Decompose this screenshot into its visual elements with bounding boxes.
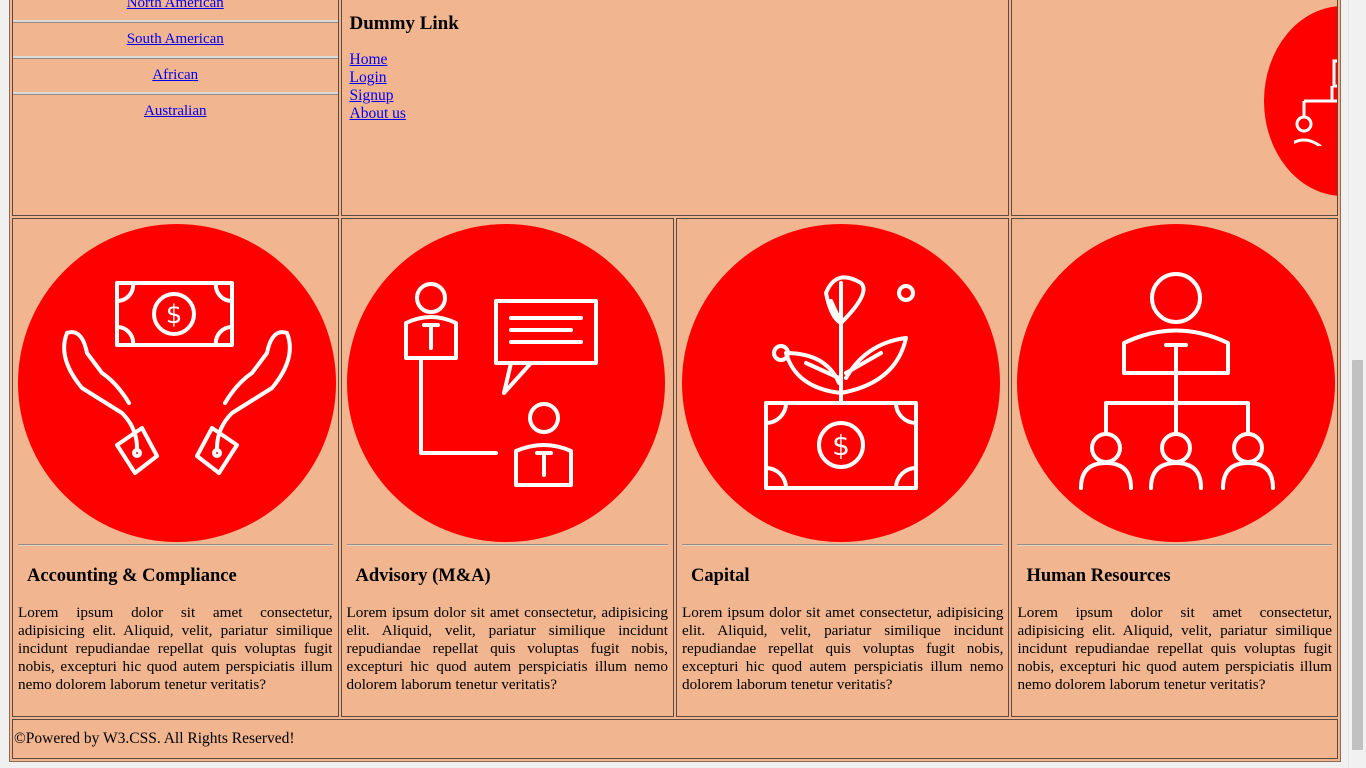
about-us-link[interactable]: About us: [350, 105, 1001, 123]
region-link[interactable]: African: [152, 67, 198, 83]
service-description: Lorem ipsum dolor sit amet consectetur, …: [681, 604, 1004, 693]
top-icon-cell: [1011, 0, 1338, 216]
org-chart-icon: [1264, 6, 1338, 196]
svg-text:$: $: [832, 429, 850, 462]
vertical-scrollbar[interactable]: [1348, 0, 1366, 768]
page: North American South American African Au…: [9, 0, 1341, 762]
home-link[interactable]: Home: [350, 51, 1001, 69]
org-chart-icon: [1017, 224, 1336, 542]
svg-text:$: $: [166, 300, 183, 330]
footer: ©Powered by W3.CSS. All Rights Reserved!: [12, 719, 1338, 759]
card-divider: [681, 544, 1004, 546]
dummy-link-heading: Dummy Link: [349, 13, 459, 34]
layout-table: North American South American African Au…: [9, 0, 1341, 762]
service-title: Advisory (M&A): [355, 566, 491, 586]
dummy-link-panel: Dummy Link Home Login Signup About us: [340, 0, 1010, 216]
plant-money-icon: $: [681, 224, 1000, 542]
region-item-south-american[interactable]: South American: [13, 22, 338, 58]
region-item-australian[interactable]: Australian: [13, 94, 338, 128]
service-card: Advisory (M&A) Lorem ipsum dolor sit ame…: [340, 218, 674, 717]
card-divider: [346, 544, 668, 546]
service-title: Accounting & Compliance: [27, 566, 237, 586]
card-divider: [18, 544, 333, 546]
scrollbar-thumb[interactable]: [1352, 360, 1363, 750]
service-description: Lorem ipsum dolor sit amet consectetur, …: [346, 604, 668, 693]
service-title: Capital: [690, 566, 750, 586]
region-menu: North American South American African Au…: [12, 0, 339, 216]
footer-text: ©Powered by W3.CSS. All Rights Reserved!: [14, 730, 295, 747]
advisory-consultation-icon: [346, 224, 665, 542]
service-description: Lorem ipsum dolor sit amet consectetur, …: [18, 604, 333, 693]
hands-money-icon: $: [18, 224, 336, 542]
service-title: Human Resources: [1026, 566, 1171, 586]
service-card: $ Accounting & Compliance Lorem ipsum do…: [12, 218, 339, 717]
card-divider: [1017, 544, 1332, 546]
login-link[interactable]: Login: [350, 69, 1001, 87]
signup-link[interactable]: Signup: [350, 87, 1001, 105]
service-card: $ Capital Lorem ipsum dolor sit amet con…: [675, 218, 1010, 717]
region-item-north-american[interactable]: North American: [13, 0, 338, 22]
service-card: Human Resources Lorem ipsum dolor sit am…: [1011, 218, 1338, 717]
service-description: Lorem ipsum dolor sit amet consectetur, …: [1017, 604, 1332, 693]
region-link[interactable]: Australian: [144, 103, 206, 119]
region-item-african[interactable]: African: [13, 58, 338, 94]
region-link[interactable]: North American: [127, 0, 224, 11]
region-link[interactable]: South American: [127, 31, 224, 47]
